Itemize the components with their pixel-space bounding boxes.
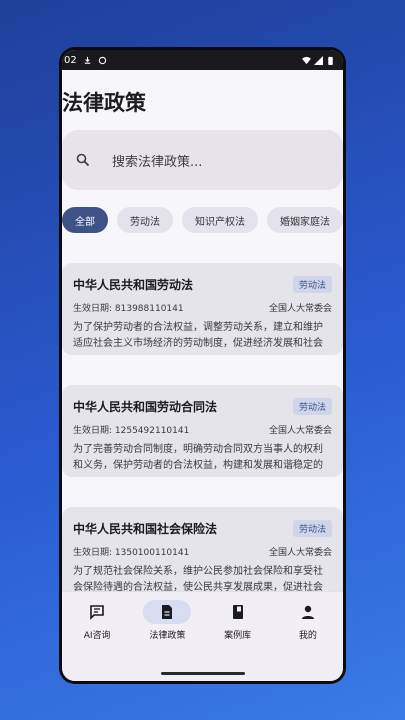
- chip-all[interactable]: 全部: [62, 207, 108, 233]
- search-input[interactable]: 搜索法律政策...: [112, 151, 202, 170]
- law-list: 中华人民共和国劳动法 劳动法 生效日期: 813988110141 全国人大常委…: [62, 250, 343, 599]
- signal-icon: [314, 55, 323, 65]
- nav-case-library[interactable]: 案例库: [208, 600, 268, 641]
- page-title: 法律政策: [62, 91, 146, 115]
- status-bar: 02: [62, 50, 343, 70]
- law-title: 中华人民共和国劳动合同法: [73, 400, 218, 414]
- search-icon: [76, 153, 90, 167]
- person-icon: [301, 605, 314, 619]
- sync-icon: [98, 56, 106, 64]
- nav-label: AI咨询: [83, 631, 111, 641]
- effective-date: 生效日期: 1255492110141: [73, 426, 190, 436]
- law-card[interactable]: 中华人民共和国社会保险法 劳动法 生效日期: 1350100110141 全国人…: [62, 507, 343, 599]
- law-description: 为了完善劳动合同制度，明确劳动合同双方当事人的权利和义务，保护劳动者的合法权益，…: [73, 444, 323, 471]
- nav-label: 我的: [298, 631, 317, 641]
- status-time: 02: [64, 54, 77, 66]
- issuer: 全国人大常委会: [268, 304, 332, 314]
- law-card[interactable]: 中华人民共和国劳动法 劳动法 生效日期: 813988110141 全国人大常委…: [62, 263, 343, 355]
- nav-law-policy[interactable]: 法律政策: [137, 600, 197, 641]
- nav-profile[interactable]: 我的: [278, 600, 338, 641]
- wifi-icon: [302, 56, 311, 64]
- bottom-navigation: AI咨询 法律政策 案例库 我的: [62, 591, 343, 681]
- effective-date: 生效日期: 1350100110141: [73, 548, 190, 558]
- search-bar[interactable]: 搜索法律政策...: [62, 130, 343, 190]
- effective-date: 生效日期: 813988110141: [73, 304, 184, 314]
- chat-icon: [90, 605, 104, 620]
- chip-labor-law[interactable]: 劳动法: [117, 207, 173, 233]
- battery-icon: [328, 56, 333, 65]
- nav-ai-consult[interactable]: AI咨询: [67, 600, 127, 641]
- app-screen: 02 法律政策 搜索法律政策... 全部 劳动法 知识产权法 婚姻家庭法 中华人…: [62, 50, 343, 681]
- document-icon: [162, 605, 173, 619]
- chip-family-law[interactable]: 婚姻家庭法: [267, 207, 343, 233]
- book-icon: [232, 605, 243, 619]
- issuer: 全国人大常委会: [268, 548, 332, 558]
- phone-frame: 02 法律政策 搜索法律政策... 全部 劳动法 知识产权法 婚姻家庭法 中华人…: [59, 47, 346, 684]
- law-description: 为了保护劳动者的合法权益，调整劳动关系，建立和维护适应社会主义市场经济的劳动制度…: [73, 322, 323, 349]
- chip-ip-law[interactable]: 知识产权法: [182, 207, 258, 233]
- law-title: 中华人民共和国社会保险法: [73, 522, 218, 536]
- category-tag: 劳动法: [292, 398, 332, 415]
- category-chips: 全部 劳动法 知识产权法 婚姻家庭法: [62, 190, 343, 250]
- issuer: 全国人大常委会: [268, 426, 332, 436]
- law-card[interactable]: 中华人民共和国劳动合同法 劳动法 生效日期: 1255492110141 全国人…: [62, 385, 343, 477]
- download-icon: [84, 56, 90, 64]
- nav-label: 案例库: [224, 631, 252, 641]
- category-tag: 劳动法: [292, 276, 332, 293]
- home-indicator[interactable]: [160, 672, 245, 675]
- law-title: 中华人民共和国劳动法: [73, 278, 194, 292]
- nav-label: 法律政策: [149, 631, 186, 641]
- category-tag: 劳动法: [292, 520, 332, 537]
